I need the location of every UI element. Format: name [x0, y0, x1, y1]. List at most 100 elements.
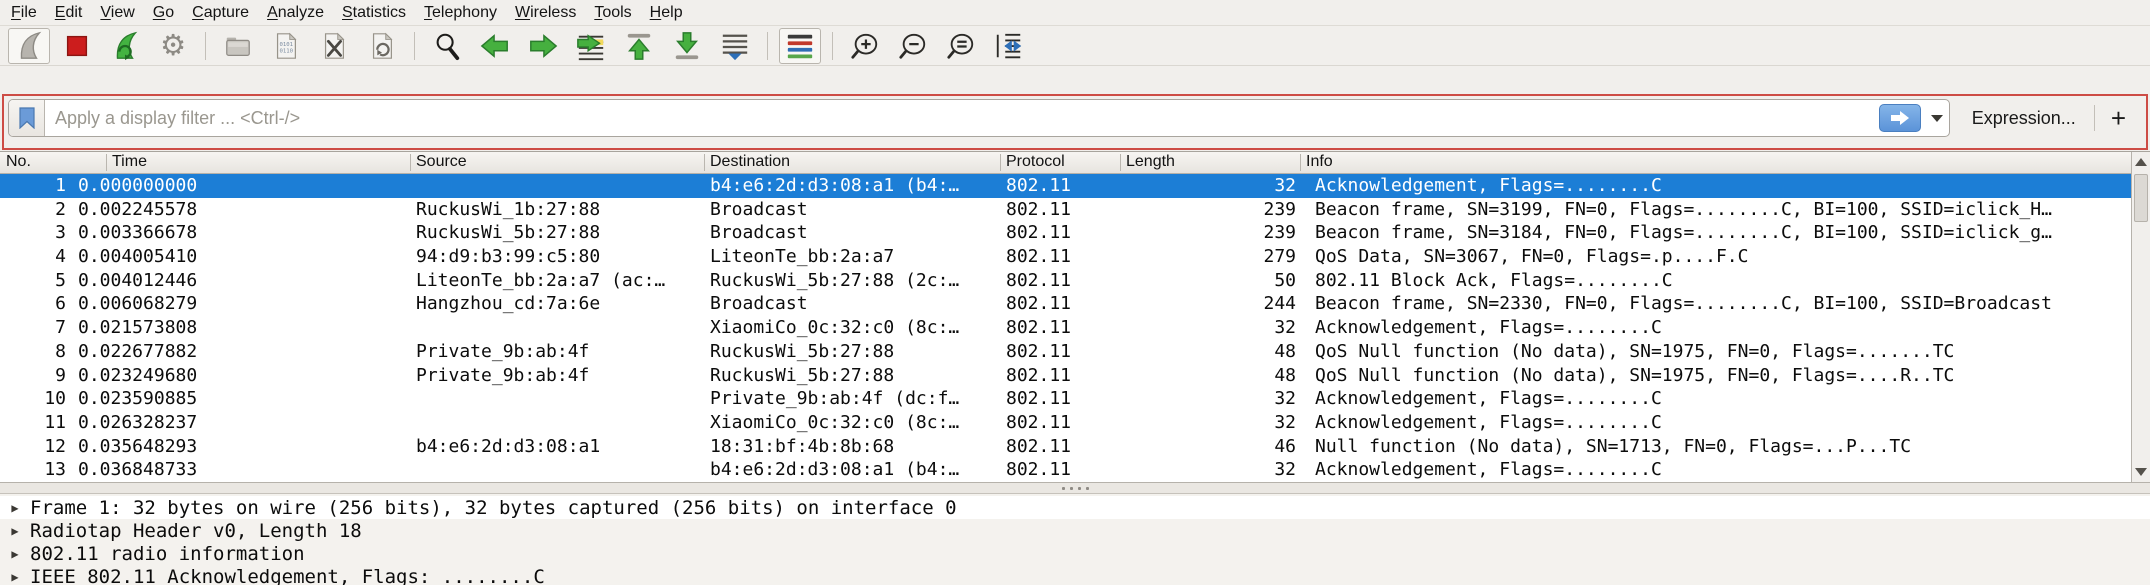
packet-row[interactable]: 5 0.004012446 LiteonTe_bb:2a:a7 (ac:… Ru… [0, 269, 2131, 293]
scroll-up-icon [2135, 158, 2147, 166]
cell-protocol: 802.11 [1006, 245, 1116, 269]
start-capture-button[interactable] [8, 28, 50, 64]
bookmark-icon [18, 107, 36, 129]
packet-row[interactable]: 3 0.003366678 RuckusWi_5b:27:88 Broadcas… [0, 221, 2131, 245]
cell-length: 239 [1180, 221, 1296, 245]
cell-destination: 18:31:bf:4b:8b:68 [710, 435, 996, 459]
save-file-button[interactable]: 0101 0110 [265, 28, 307, 64]
packet-row[interactable]: 11 0.026328237 XiaomiCo_0c:32:c0 (8c:… 8… [0, 411, 2131, 435]
menu-item-help[interactable]: Help [641, 2, 692, 24]
column-header-protocol[interactable]: Protocol [1006, 153, 1065, 171]
packet-row[interactable]: 2 0.002245578 RuckusWi_1b:27:88 Broadcas… [0, 198, 2131, 222]
go-back-button[interactable] [474, 28, 516, 64]
packet-row[interactable]: 13 0.036848733 b4:e6:2d:d3:08:a1 (b4:… 8… [0, 458, 2131, 482]
menu-item-wireless[interactable]: Wireless [506, 2, 585, 24]
cell-length: 50 [1180, 269, 1296, 293]
menu-item-analyze[interactable]: Analyze [258, 2, 333, 24]
menu-item-go[interactable]: Go [144, 2, 183, 24]
packet-row[interactable]: 4 0.004005410 94:d9:b3:99:c5:80 LiteonTe… [0, 245, 2131, 269]
resize-columns-button[interactable] [988, 28, 1030, 64]
zoom-100-button[interactable] [940, 28, 982, 64]
go-forward-button[interactable] [522, 28, 564, 64]
scrollbar-thumb[interactable] [2134, 174, 2148, 222]
menu-item-edit[interactable]: Edit [46, 2, 92, 24]
zoom-out-icon [897, 31, 929, 61]
find-packet-icon [432, 31, 462, 61]
cell-source: Private_9b:ab:4f [416, 364, 702, 388]
column-resize-handle[interactable] [704, 154, 705, 171]
expander-triangle-icon[interactable]: ▶ [0, 570, 30, 584]
column-header-no[interactable]: No. [6, 153, 31, 171]
splitter-grip-icon [1078, 487, 1081, 490]
expander-triangle-icon[interactable]: ▶ [0, 524, 30, 538]
column-resize-handle[interactable] [1120, 154, 1121, 171]
display-filter-input[interactable] [45, 100, 1879, 136]
display-filter-field [8, 99, 1950, 137]
packet-row[interactable]: 1 0.000000000 b4:e6:2d:d3:08:a1 (b4:… 80… [0, 174, 2131, 198]
zoom-out-button[interactable] [892, 28, 934, 64]
cell-destination: b4:e6:2d:d3:08:a1 (b4:… [710, 174, 996, 198]
column-resize-handle[interactable] [410, 154, 411, 171]
cell-protocol: 802.11 [1006, 221, 1116, 245]
vertical-scrollbar [2131, 152, 2150, 482]
expander-triangle-icon[interactable]: ▶ [0, 501, 30, 515]
filter-history-dropdown[interactable] [1925, 100, 1949, 136]
packet-rows: 1 0.000000000 b4:e6:2d:d3:08:a1 (b4:… 80… [0, 174, 2131, 482]
go-to-packet-button[interactable] [570, 28, 612, 64]
capture-options-button[interactable]: ⚙ [152, 28, 194, 64]
menu-item-telephony[interactable]: Telephony [415, 2, 506, 24]
splitter-grip-icon [1062, 487, 1065, 490]
stop-capture-button[interactable] [56, 28, 98, 64]
column-header-time[interactable]: Time [112, 153, 147, 171]
add-filter-button[interactable]: + [2095, 105, 2142, 131]
open-file-button[interactable] [217, 28, 259, 64]
expander-triangle-icon[interactable]: ▶ [0, 547, 30, 561]
colorize-packets-button[interactable] [779, 28, 821, 64]
packet-row[interactable]: 8 0.022677882 Private_9b:ab:4f RuckusWi_… [0, 340, 2131, 364]
detail-tree-row[interactable]: ▶ 802.11 radio information [0, 542, 2150, 565]
close-file-button[interactable] [313, 28, 355, 64]
detail-tree-row[interactable]: ▶ Radiotap Header v0, Length 18 [0, 519, 2150, 542]
cell-source: 94:d9:b3:99:c5:80 [416, 245, 702, 269]
apply-filter-button[interactable] [1879, 104, 1921, 132]
packet-row[interactable]: 6 0.006068279 Hangzhou_cd:7a:6e Broadcas… [0, 292, 2131, 316]
find-packet-button[interactable] [426, 28, 468, 64]
packet-row[interactable]: 9 0.023249680 Private_9b:ab:4f RuckusWi_… [0, 364, 2131, 388]
packet-list-pane: No. Time Source Destination Protocol Len… [0, 152, 2150, 482]
scroll-up-button[interactable] [2132, 152, 2150, 172]
go-last-packet-button[interactable] [666, 28, 708, 64]
cell-protocol: 802.11 [1006, 316, 1116, 340]
pane-splitter[interactable] [0, 482, 2150, 494]
auto-scroll-button[interactable] [714, 28, 756, 64]
scroll-down-button[interactable] [2132, 462, 2150, 482]
scrollbar-track[interactable] [2132, 172, 2150, 462]
packet-row[interactable]: 7 0.021573808 XiaomiCo_0c:32:c0 (8c:… 80… [0, 316, 2131, 340]
expression-button[interactable]: Expression... [1950, 108, 2094, 129]
detail-row-label: Radiotap Header v0, Length 18 [30, 520, 362, 542]
cell-destination: XiaomiCo_0c:32:c0 (8c:… [710, 411, 996, 435]
menu-item-file[interactable]: File [2, 2, 46, 24]
cell-info: Null function (No data), SN=1713, FN=0, … [1315, 435, 2127, 459]
column-resize-handle[interactable] [1000, 154, 1001, 171]
cell-no: 11 [0, 411, 66, 435]
go-first-packet-button[interactable] [618, 28, 660, 64]
filter-bookmark-button[interactable] [9, 100, 45, 136]
column-header-info[interactable]: Info [1306, 153, 1333, 171]
menu-item-tools[interactable]: Tools [585, 2, 640, 24]
column-resize-handle[interactable] [1300, 154, 1301, 171]
close-file-icon [319, 31, 349, 61]
menu-item-capture[interactable]: Capture [183, 2, 258, 24]
menu-item-statistics[interactable]: Statistics [333, 2, 415, 24]
zoom-in-button[interactable] [844, 28, 886, 64]
column-header-source[interactable]: Source [416, 153, 467, 171]
detail-tree-row[interactable]: ▶ Frame 1: 32 bytes on wire (256 bits), … [0, 496, 2150, 519]
detail-tree-row[interactable]: ▶ IEEE 802.11 Acknowledgement, Flags: ..… [0, 565, 2150, 585]
restart-capture-button[interactable] [104, 28, 146, 64]
menu-item-view[interactable]: View [91, 2, 143, 24]
column-header-destination[interactable]: Destination [710, 153, 790, 171]
column-resize-handle[interactable] [106, 154, 107, 171]
reload-file-button[interactable] [361, 28, 403, 64]
packet-row[interactable]: 12 0.035648293 b4:e6:2d:d3:08:a1 18:31:b… [0, 435, 2131, 459]
column-header-length[interactable]: Length [1126, 153, 1175, 171]
packet-row[interactable]: 10 0.023590885 Private_9b:ab:4f (dc:f… 8… [0, 387, 2131, 411]
